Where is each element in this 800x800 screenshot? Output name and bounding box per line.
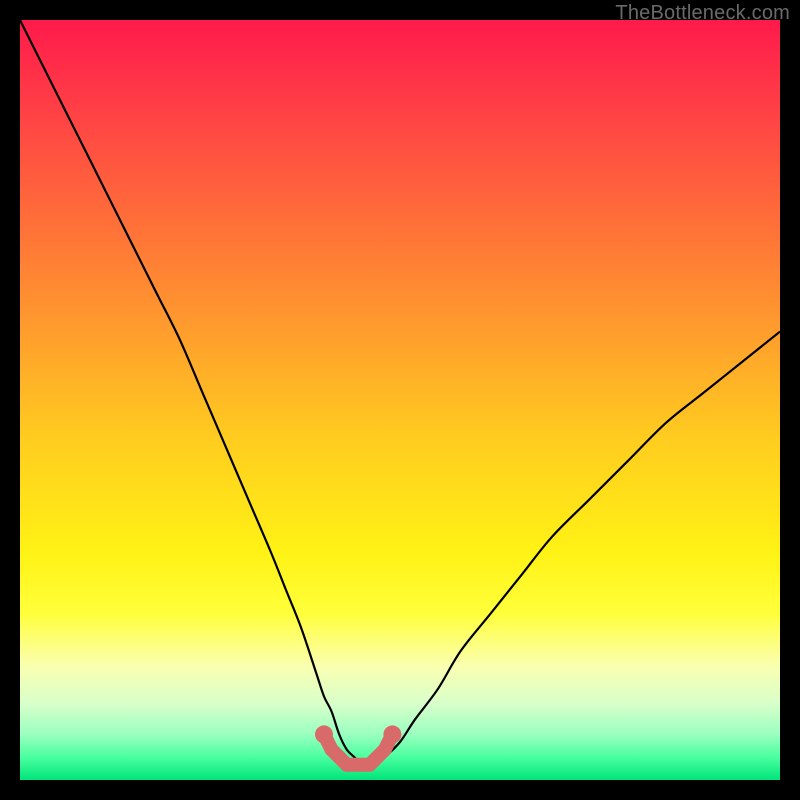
gradient-background: [20, 20, 780, 780]
sweet-spot-marker: [315, 725, 333, 743]
sweet-spot-marker: [383, 725, 401, 743]
plot-area: [20, 20, 780, 780]
attribution-text: TheBottleneck.com: [615, 2, 790, 25]
chart-frame: TheBottleneck.com: [0, 0, 800, 800]
bottleneck-chart: [20, 20, 780, 780]
sweet-spot-marker: [378, 743, 392, 757]
